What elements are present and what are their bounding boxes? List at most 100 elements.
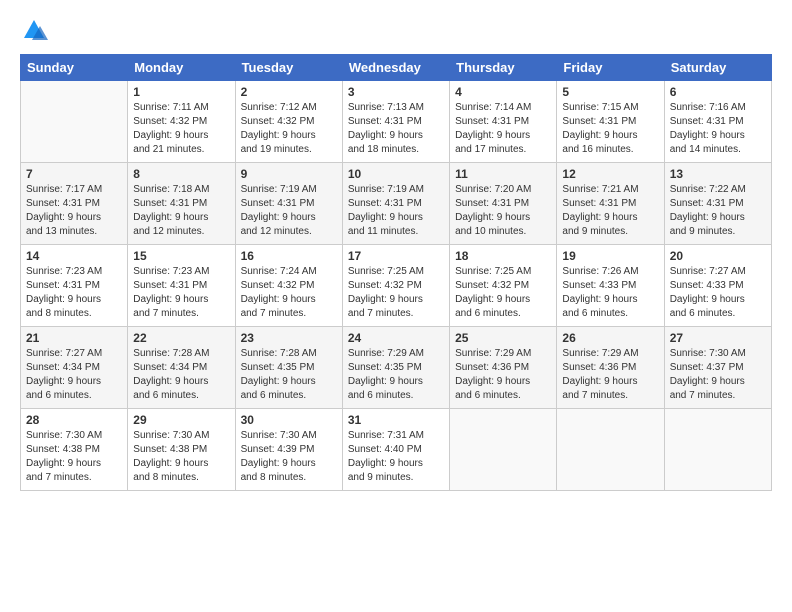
week-row-3: 14 Sunrise: 7:23 AMSunset: 4:31 PMDayligh…: [21, 245, 772, 327]
calendar-cell: 17 Sunrise: 7:25 AMSunset: 4:32 PMDayligh…: [342, 245, 449, 327]
day-header-saturday: Saturday: [664, 55, 771, 81]
calendar-cell: 24 Sunrise: 7:29 AMSunset: 4:35 PMDayligh…: [342, 327, 449, 409]
calendar-cell: 13 Sunrise: 7:22 AMSunset: 4:31 PMDayligh…: [664, 163, 771, 245]
day-number: 27: [670, 331, 766, 345]
day-header-thursday: Thursday: [450, 55, 557, 81]
days-header-row: SundayMondayTuesdayWednesdayThursdayFrid…: [21, 55, 772, 81]
calendar-cell: 5 Sunrise: 7:15 AMSunset: 4:31 PMDaylight…: [557, 81, 664, 163]
calendar-cell: 20 Sunrise: 7:27 AMSunset: 4:33 PMDayligh…: [664, 245, 771, 327]
cell-text: Sunrise: 7:14 AMSunset: 4:31 PMDaylight:…: [455, 101, 551, 157]
cell-text: Sunrise: 7:11 AMSunset: 4:32 PMDaylight:…: [133, 101, 229, 157]
cell-text: Sunrise: 7:15 AMSunset: 4:31 PMDaylight:…: [562, 101, 658, 157]
day-number: 19: [562, 249, 658, 263]
cell-text: Sunrise: 7:28 AMSunset: 4:35 PMDaylight:…: [241, 347, 337, 403]
week-row-5: 28Sunrise: 7:30 AMSunset: 4:38 PMDayligh…: [21, 409, 772, 491]
calendar-cell: 27 Sunrise: 7:30 AMSunset: 4:37 PMDayligh…: [664, 327, 771, 409]
day-number: 8: [133, 167, 229, 181]
day-number: 14: [26, 249, 122, 263]
calendar-cell: 4 Sunrise: 7:14 AMSunset: 4:31 PMDaylight…: [450, 81, 557, 163]
cell-text: Sunrise: 7:19 AMSunset: 4:31 PMDaylight:…: [348, 183, 444, 239]
cell-text: Sunrise: 7:21 AMSunset: 4:31 PMDaylight:…: [562, 183, 658, 239]
cell-text: Sunrise: 7:30 AMSunset: 4:39 PMDaylight:…: [241, 429, 337, 485]
calendar-cell: 12 Sunrise: 7:21 AMSunset: 4:31 PMDayligh…: [557, 163, 664, 245]
cell-text: Sunrise: 7:29 AMSunset: 4:36 PMDaylight:…: [562, 347, 658, 403]
calendar: SundayMondayTuesdayWednesdayThursdayFrid…: [20, 54, 772, 491]
calendar-cell: 23 Sunrise: 7:28 AMSunset: 4:35 PMDayligh…: [235, 327, 342, 409]
day-number: 9: [241, 167, 337, 181]
calendar-cell: 30 Sunrise: 7:30 AMSunset: 4:39 PMDayligh…: [235, 409, 342, 491]
day-header-sunday: Sunday: [21, 55, 128, 81]
calendar-cell: 10 Sunrise: 7:19 AMSunset: 4:31 PMDayligh…: [342, 163, 449, 245]
calendar-cell: 1 Sunrise: 7:11 AMSunset: 4:32 PMDaylight…: [128, 81, 235, 163]
calendar-cell: 29 Sunrise: 7:30 AMSunset: 4:38 PMDayligh…: [128, 409, 235, 491]
day-number: 6: [670, 85, 766, 99]
cell-text: Sunrise: 7:13 AMSunset: 4:31 PMDaylight:…: [348, 101, 444, 157]
calendar-cell: 19 Sunrise: 7:26 AMSunset: 4:33 PMDayligh…: [557, 245, 664, 327]
day-number: 10: [348, 167, 444, 181]
calendar-cell: 6Sunrise: 7:16 AMSunset: 4:31 PMDaylight…: [664, 81, 771, 163]
day-number: 5: [562, 85, 658, 99]
calendar-cell: 7Sunrise: 7:17 AMSunset: 4:31 PMDaylight…: [21, 163, 128, 245]
calendar-cell: 25 Sunrise: 7:29 AMSunset: 4:36 PMDayligh…: [450, 327, 557, 409]
calendar-cell: [21, 81, 128, 163]
day-number: 16: [241, 249, 337, 263]
day-number: 29: [133, 413, 229, 427]
day-number: 1: [133, 85, 229, 99]
day-number: 21: [26, 331, 122, 345]
cell-text: Sunrise: 7:12 AMSunset: 4:32 PMDaylight:…: [241, 101, 337, 157]
day-number: 11: [455, 167, 551, 181]
cell-text: Sunrise: 7:24 AMSunset: 4:32 PMDaylight:…: [241, 265, 337, 321]
day-number: 22: [133, 331, 229, 345]
calendar-cell: 3Sunrise: 7:13 AMSunset: 4:31 PMDaylight…: [342, 81, 449, 163]
cell-text: Sunrise: 7:20 AMSunset: 4:31 PMDaylight:…: [455, 183, 551, 239]
cell-text: Sunrise: 7:29 AMSunset: 4:35 PMDaylight:…: [348, 347, 444, 403]
day-header-wednesday: Wednesday: [342, 55, 449, 81]
day-header-tuesday: Tuesday: [235, 55, 342, 81]
day-number: 12: [562, 167, 658, 181]
calendar-cell: 16 Sunrise: 7:24 AMSunset: 4:32 PMDayligh…: [235, 245, 342, 327]
cell-text: Sunrise: 7:17 AMSunset: 4:31 PMDaylight:…: [26, 183, 122, 239]
week-row-4: 21 Sunrise: 7:27 AMSunset: 4:34 PMDayligh…: [21, 327, 772, 409]
cell-text: Sunrise: 7:29 AMSunset: 4:36 PMDaylight:…: [455, 347, 551, 403]
day-number: 25: [455, 331, 551, 345]
calendar-cell: 21 Sunrise: 7:27 AMSunset: 4:34 PMDayligh…: [21, 327, 128, 409]
cell-text: Sunrise: 7:19 AMSunset: 4:31 PMDaylight:…: [241, 183, 337, 239]
week-row-1: 1 Sunrise: 7:11 AMSunset: 4:32 PMDaylight…: [21, 81, 772, 163]
day-number: 18: [455, 249, 551, 263]
cell-text: Sunrise: 7:28 AMSunset: 4:34 PMDaylight:…: [133, 347, 229, 403]
day-number: 23: [241, 331, 337, 345]
cell-text: Sunrise: 7:30 AMSunset: 4:37 PMDaylight:…: [670, 347, 766, 403]
cell-text: Sunrise: 7:30 AMSunset: 4:38 PMDaylight:…: [133, 429, 229, 485]
cell-text: Sunrise: 7:27 AMSunset: 4:34 PMDaylight:…: [26, 347, 122, 403]
cell-text: Sunrise: 7:26 AMSunset: 4:33 PMDaylight:…: [562, 265, 658, 321]
cell-text: Sunrise: 7:23 AMSunset: 4:31 PMDaylight:…: [133, 265, 229, 321]
calendar-cell: 8 Sunrise: 7:18 AMSunset: 4:31 PMDaylight…: [128, 163, 235, 245]
day-number: 24: [348, 331, 444, 345]
calendar-cell: 26 Sunrise: 7:29 AMSunset: 4:36 PMDayligh…: [557, 327, 664, 409]
logo: [20, 16, 52, 44]
cell-text: Sunrise: 7:31 AMSunset: 4:40 PMDaylight:…: [348, 429, 444, 485]
day-number: 17: [348, 249, 444, 263]
day-number: 4: [455, 85, 551, 99]
calendar-cell: 15Sunrise: 7:23 AMSunset: 4:31 PMDayligh…: [128, 245, 235, 327]
cell-text: Sunrise: 7:25 AMSunset: 4:32 PMDaylight:…: [348, 265, 444, 321]
cell-text: Sunrise: 7:22 AMSunset: 4:31 PMDaylight:…: [670, 183, 766, 239]
calendar-cell: 11 Sunrise: 7:20 AMSunset: 4:31 PMDayligh…: [450, 163, 557, 245]
cell-text: Sunrise: 7:27 AMSunset: 4:33 PMDaylight:…: [670, 265, 766, 321]
cell-text: Sunrise: 7:25 AMSunset: 4:32 PMDaylight:…: [455, 265, 551, 321]
calendar-cell: [557, 409, 664, 491]
day-number: 26: [562, 331, 658, 345]
week-row-2: 7Sunrise: 7:17 AMSunset: 4:31 PMDaylight…: [21, 163, 772, 245]
page: SundayMondayTuesdayWednesdayThursdayFrid…: [0, 0, 792, 612]
calendar-cell: 22 Sunrise: 7:28 AMSunset: 4:34 PMDayligh…: [128, 327, 235, 409]
calendar-cell: 28Sunrise: 7:30 AMSunset: 4:38 PMDayligh…: [21, 409, 128, 491]
day-number: 30: [241, 413, 337, 427]
day-number: 31: [348, 413, 444, 427]
day-header-monday: Monday: [128, 55, 235, 81]
day-number: 20: [670, 249, 766, 263]
day-number: 13: [670, 167, 766, 181]
cell-text: Sunrise: 7:18 AMSunset: 4:31 PMDaylight:…: [133, 183, 229, 239]
day-header-friday: Friday: [557, 55, 664, 81]
cell-text: Sunrise: 7:30 AMSunset: 4:38 PMDaylight:…: [26, 429, 122, 485]
calendar-cell: [450, 409, 557, 491]
